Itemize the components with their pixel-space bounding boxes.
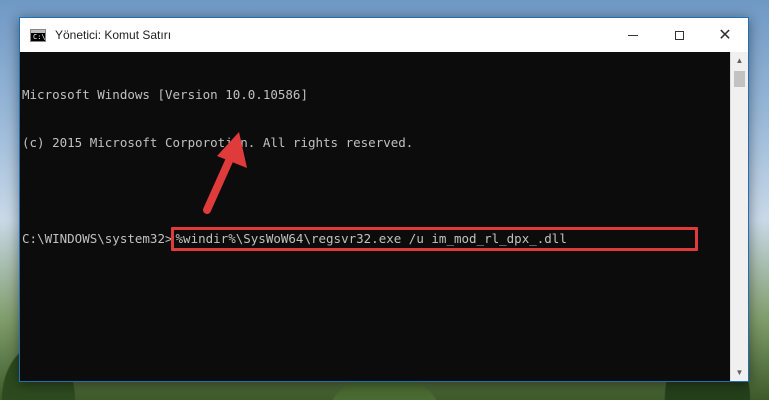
console-prompt: C:\WINDOWS\system32> xyxy=(22,231,173,246)
scrollbar-thumb[interactable] xyxy=(734,71,745,87)
minimize-icon xyxy=(628,34,638,36)
maximize-button[interactable] xyxy=(656,18,702,52)
console-line-version: Microsoft Windows [Version 10.0.10586] xyxy=(22,87,308,102)
console-output[interactable]: Microsoft Windows [Version 10.0.10586] (… xyxy=(20,52,730,381)
command-prompt-window: C:\ Yönetici: Komut Satırı ✕ Microsoft W… xyxy=(19,17,749,382)
red-arrow-icon xyxy=(203,132,247,214)
highlighted-command[interactable]: %windir%\SysWoW64\regsvr32.exe /u im_mod… xyxy=(170,227,698,251)
console-command-line[interactable]: C:\WINDOWS\system32> %windir%\SysWoW64\re… xyxy=(22,227,730,251)
cmd-app-icon: C:\ xyxy=(30,28,46,42)
maximize-icon xyxy=(674,30,684,40)
close-icon: ✕ xyxy=(718,27,732,44)
scroll-up-icon[interactable]: ▲ xyxy=(731,52,748,69)
close-button[interactable]: ✕ xyxy=(702,18,748,52)
command-text: %windir%\SysWoW64\regsvr32.exe /u im_mod… xyxy=(175,231,567,246)
minimize-button[interactable] xyxy=(610,18,656,52)
title-bar[interactable]: C:\ Yönetici: Komut Satırı ✕ xyxy=(20,18,748,52)
scroll-down-icon[interactable]: ▼ xyxy=(731,364,748,381)
vertical-scrollbar[interactable]: ▲ ▼ xyxy=(730,52,748,381)
window-title: Yönetici: Komut Satırı xyxy=(55,28,172,42)
console-line-copyright: (c) 2015 Microsoft Corporotion. All righ… xyxy=(22,135,414,150)
